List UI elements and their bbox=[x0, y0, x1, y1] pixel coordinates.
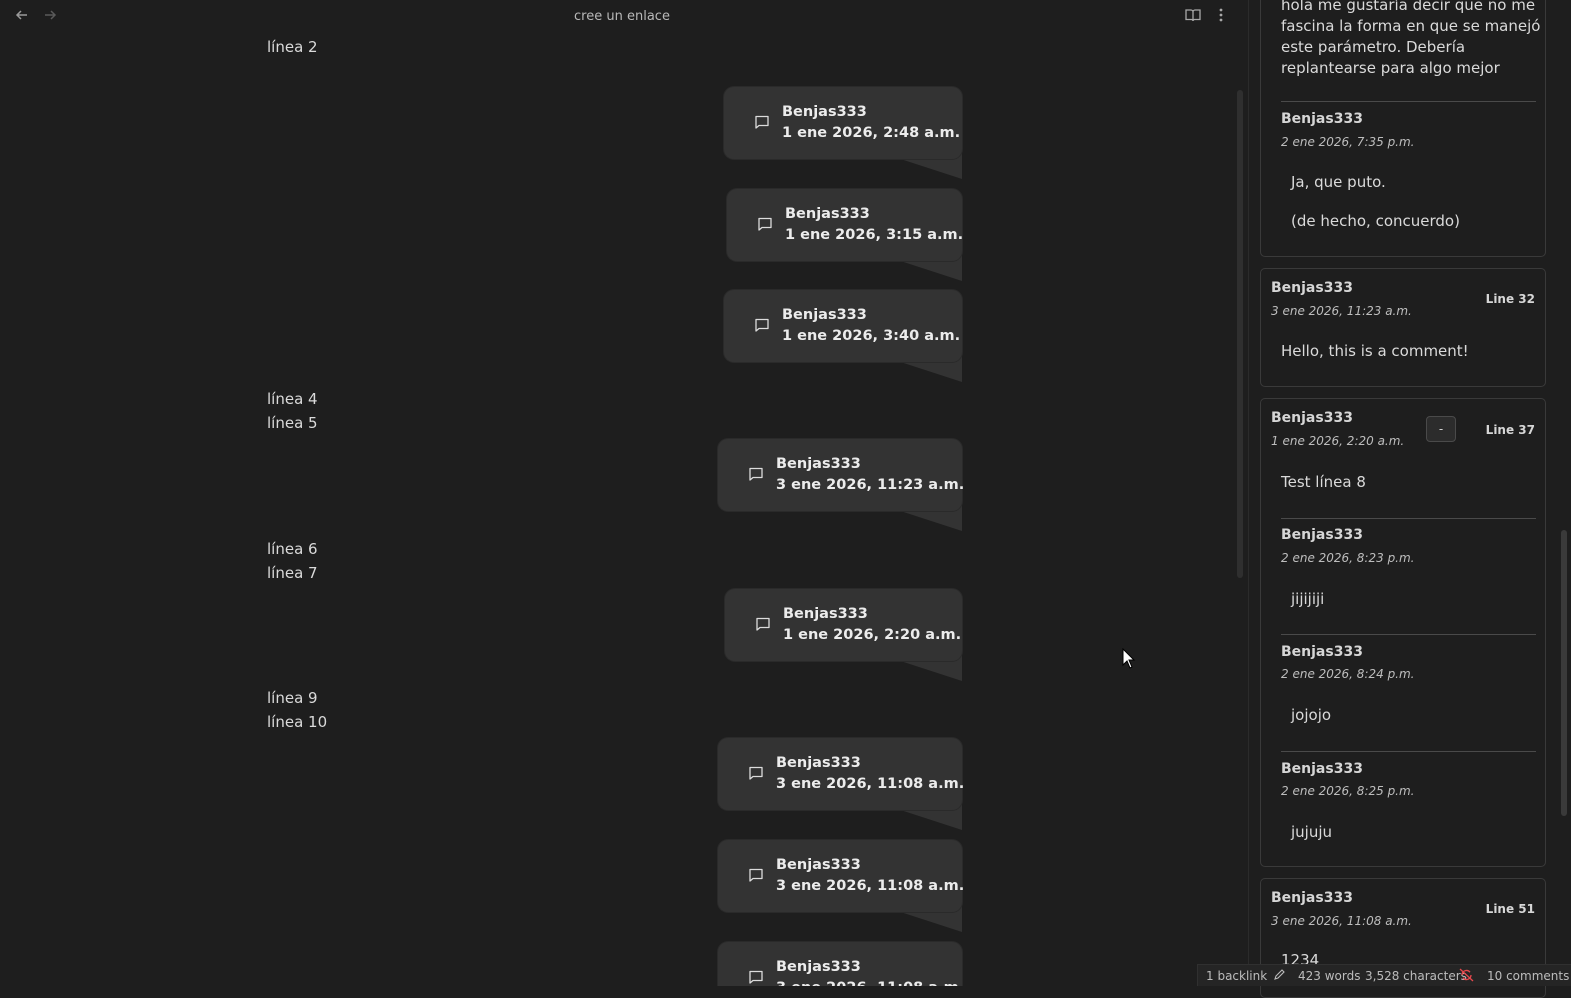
reply-divider bbox=[1281, 101, 1536, 102]
reply-text: jijijiji bbox=[1291, 590, 1325, 608]
comment-icon bbox=[758, 217, 772, 231]
comment-date: 1 ene 2026, 2:20 a.m. bbox=[1271, 434, 1405, 448]
book-open-icon[interactable] bbox=[1183, 7, 1203, 27]
reply-divider bbox=[1281, 518, 1536, 519]
bubble-text: Benjas3333 ene 2026, 11:08 a.m. bbox=[776, 959, 964, 986]
bubble-text: Benjas333 1 ene 2026, 2:20 a.m. bbox=[783, 606, 962, 643]
mouse-cursor-icon bbox=[1122, 648, 1136, 669]
bubble-text: Benjas333 1 ene 2026, 3:40 a.m. bbox=[782, 307, 961, 344]
comment-bubble[interactable]: Benjas3333 ene 2026, 11:08 a.m. bbox=[718, 840, 965, 932]
comment-bubble[interactable]: Benjas333 1 ene 2026, 2:48 a.m. bbox=[724, 87, 962, 179]
bubble-text: Benjas333 1 ene 2026, 2:48 a.m. bbox=[782, 104, 961, 141]
reply-date: 2 ene 2026, 7:35 p.m. bbox=[1281, 135, 1415, 149]
reply-text: jojojo bbox=[1291, 706, 1332, 724]
comment-icon bbox=[755, 115, 769, 129]
comment-bubble[interactable]: Benjas333 3 ene 2026, 11:23 a.m. bbox=[718, 439, 965, 531]
reply-author: Benjas333 bbox=[1281, 761, 1363, 777]
editor-line[interactable]: línea 7 bbox=[267, 564, 318, 582]
bubble-text: Benjas333 1 ene 2026, 3:15 a.m. bbox=[785, 206, 964, 243]
line-reference[interactable]: Line 51 bbox=[1486, 902, 1535, 916]
character-count: 3,528 characters bbox=[1365, 969, 1467, 983]
line-reference[interactable]: Line 37 bbox=[1486, 423, 1535, 437]
word-count: 423 words bbox=[1298, 969, 1361, 983]
reply-text: jujuju bbox=[1291, 823, 1333, 841]
comment-author: Benjas333 bbox=[1271, 280, 1353, 296]
comment-author: Benjas333 bbox=[1271, 410, 1353, 426]
editor-pane: cree un enlace línea 2 línea 4 línea 5 l… bbox=[0, 0, 1248, 986]
comment-text: Hello, this is a comment! bbox=[1281, 342, 1469, 360]
comment-bubble[interactable]: Benjas333 1 ene 2026, 2:20 a.m. bbox=[725, 589, 962, 681]
comment-author: Benjas333 bbox=[1271, 890, 1353, 906]
comment-text: hola me gustaría decir que no me fascina… bbox=[1281, 0, 1541, 77]
comment-date: 3 ene 2026, 11:08 a.m. bbox=[1271, 914, 1412, 928]
reply-divider bbox=[1281, 751, 1536, 752]
sidebar-scrollbar[interactable] bbox=[1561, 530, 1567, 816]
comments-count[interactable]: 10 comments bbox=[1487, 969, 1569, 983]
status-bar: 1 backlink 423 words 3,528 characters 10… bbox=[1197, 964, 1571, 986]
comment-icon bbox=[756, 617, 770, 631]
comment-card[interactable]: Benjas333 3 ene 2026, 11:23 a.m. Line 32… bbox=[1260, 268, 1546, 387]
bubble-text: Benjas3333 ene 2026, 11:08 a.m. bbox=[776, 755, 965, 792]
sync-off-icon[interactable] bbox=[1459, 968, 1474, 985]
comment-date: 3 ene 2026, 11:23 a.m. bbox=[1271, 304, 1412, 318]
comment-bubble[interactable]: Benjas333 1 ene 2026, 3:40 a.m. bbox=[724, 290, 962, 382]
reply-author: Benjas333 bbox=[1281, 527, 1363, 543]
pencil-icon[interactable] bbox=[1273, 968, 1286, 984]
editor-line[interactable]: línea 10 bbox=[267, 713, 327, 731]
bubble-text: Benjas3333 ene 2026, 11:08 a.m. bbox=[776, 857, 965, 894]
editor-line[interactable]: línea 2 bbox=[267, 38, 318, 56]
editor-scrollbar[interactable] bbox=[1237, 90, 1243, 578]
comment-icon bbox=[749, 467, 763, 481]
comment-bubble[interactable]: Benjas3333 ene 2026, 11:08 a.m. bbox=[718, 738, 965, 830]
reply-text: (de hecho, concuerdo) bbox=[1291, 212, 1460, 230]
reply-text: Ja, que puto. bbox=[1291, 173, 1386, 191]
editor-line[interactable]: línea 6 bbox=[267, 540, 318, 558]
more-vertical-icon[interactable] bbox=[1211, 7, 1231, 27]
comment-icon bbox=[749, 766, 763, 780]
note-title[interactable]: cree un enlace bbox=[0, 9, 1244, 24]
reply-author: Benjas333 bbox=[1281, 111, 1363, 127]
comment-icon bbox=[749, 970, 763, 984]
comment-icon bbox=[755, 318, 769, 332]
comment-bubble[interactable]: Benjas333 1 ene 2026, 3:15 a.m. bbox=[727, 189, 964, 281]
backlinks-count[interactable]: 1 backlink bbox=[1206, 969, 1267, 983]
reply-divider bbox=[1281, 634, 1536, 635]
reply-date: 2 ene 2026, 8:23 p.m. bbox=[1281, 551, 1415, 565]
title-bar: cree un enlace bbox=[0, 0, 1248, 34]
reply-date: 2 ene 2026, 8:24 p.m. bbox=[1281, 667, 1415, 681]
editor-line[interactable]: línea 5 bbox=[267, 414, 318, 432]
reply-date: 2 ene 2026, 8:25 p.m. bbox=[1281, 784, 1415, 798]
comment-icon bbox=[749, 868, 763, 882]
bubble-text: Benjas333 3 ene 2026, 11:23 a.m. bbox=[776, 456, 965, 493]
line-reference[interactable]: Line 32 bbox=[1486, 292, 1535, 306]
reply-author: Benjas333 bbox=[1281, 644, 1363, 660]
comment-card[interactable]: Benjas333 1 ene 2026, 2:20 a.m. - Line 3… bbox=[1260, 398, 1546, 867]
comment-card[interactable]: hola me gustaría decir que no me fascina… bbox=[1260, 0, 1546, 257]
editor-line[interactable]: línea 4 bbox=[267, 390, 318, 408]
editor-line[interactable]: línea 9 bbox=[267, 689, 318, 707]
comment-bubble[interactable]: Benjas3333 ene 2026, 11:08 a.m. bbox=[718, 942, 964, 986]
collapse-button[interactable]: - bbox=[1426, 416, 1456, 442]
comment-text: Test línea 8 bbox=[1281, 473, 1366, 491]
